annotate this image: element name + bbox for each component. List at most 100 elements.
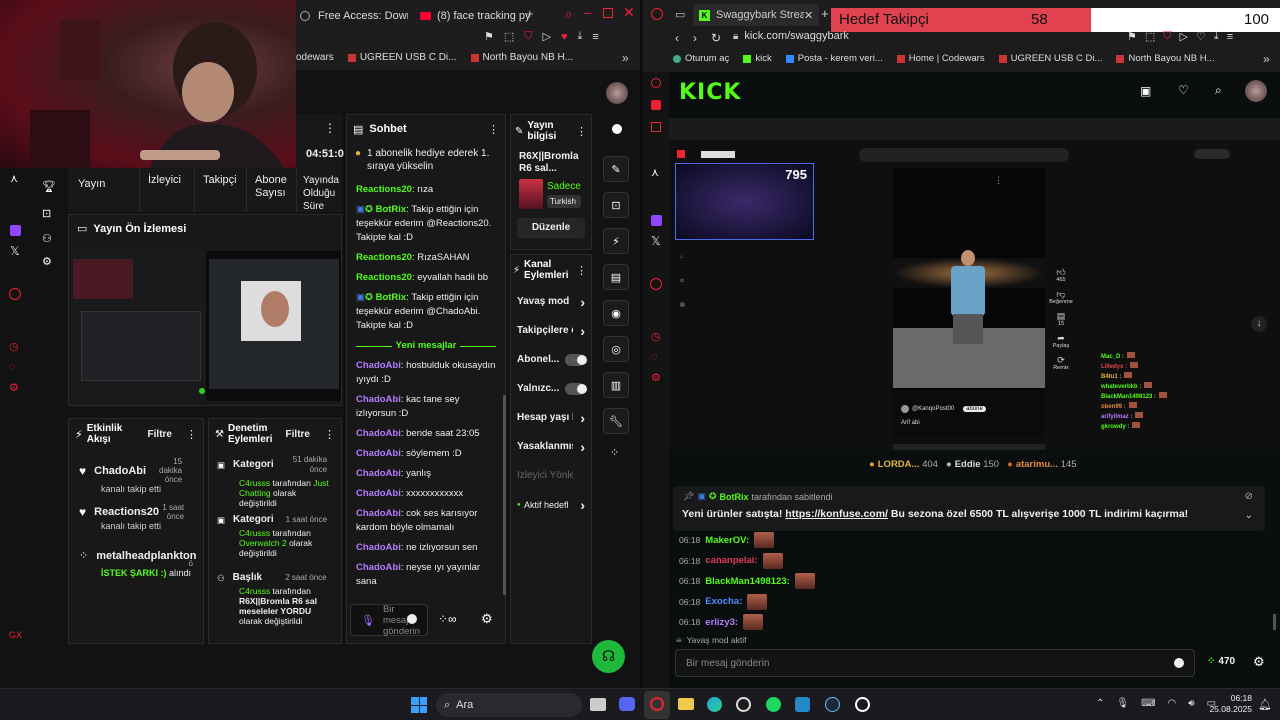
edit-tool-icon[interactable]: ✎	[603, 156, 629, 182]
chat-user[interactable]: Exocha:	[705, 596, 742, 607]
avatar[interactable]	[1245, 80, 1267, 102]
clock[interactable]: 06:18 25.08.2025	[1208, 693, 1252, 715]
shield-icon[interactable]: ⛉	[1163, 30, 1171, 43]
shield-icon[interactable]: ⛉	[524, 30, 532, 43]
clock-icon[interactable]: ◷	[651, 330, 669, 343]
bookmark-item[interactable]: North Bayou NB H...	[470, 52, 573, 63]
more-icon[interactable]: ⋮	[324, 121, 342, 135]
record-icon[interactable]	[650, 278, 662, 290]
more-icon[interactable]: ⋮	[576, 264, 587, 277]
opera-gx-taskbar-button[interactable]	[644, 691, 670, 719]
channel-action-item[interactable]: Abonel...	[517, 345, 588, 374]
heart-icon[interactable]: ♥	[561, 31, 568, 43]
settings-icon[interactable]: ⚙	[651, 371, 669, 384]
search-tabs-icon[interactable]: ⌕	[565, 6, 572, 22]
windows-start-icon[interactable]	[411, 697, 427, 713]
chevron-up-icon[interactable]: ⌃	[1096, 698, 1104, 709]
flash-tool-icon[interactable]: ⚡︎	[603, 228, 629, 254]
kick-points-icon[interactable]: ⁘	[610, 446, 634, 459]
close-icon[interactable]: ✕	[623, 4, 635, 21]
users-icon[interactable]: ⚇	[42, 232, 62, 245]
layout-tool-icon[interactable]: ▥	[603, 372, 629, 398]
stream-video[interactable]: 795 @KanqoPost00 abone Arif abi ⋮ 👍︎ 465 …	[669, 118, 1280, 450]
keyboard-icon[interactable]: ⌨	[1141, 698, 1155, 709]
channel-action-item[interactable]: ● Aktif hedefl ›	[517, 490, 585, 519]
screenshot-icon[interactable]: ⬚	[504, 30, 514, 43]
back-icon[interactable]: ‹	[675, 31, 679, 45]
kick-k-icon[interactable]: ⋏	[10, 172, 30, 185]
more-icon[interactable]: ⋮	[488, 123, 499, 136]
unpin-icon[interactable]: ⊘	[1245, 491, 1253, 502]
menu-icon[interactable]: ≡	[592, 31, 598, 43]
bookmark-icon[interactable]: ⚑	[1127, 30, 1137, 43]
new-tab-icon[interactable]: +	[821, 6, 829, 21]
mic-icon[interactable]: 🎙︎	[1116, 698, 1129, 709]
info-icon[interactable]	[612, 124, 622, 134]
chat-user[interactable]: cananpelai:	[705, 555, 757, 566]
bookmark-item[interactable]: UGREEN USB C Di...	[998, 53, 1102, 64]
avatar[interactable]	[606, 82, 628, 104]
download-icon[interactable]: ⤓	[1214, 30, 1219, 43]
notification-icon[interactable]: 🔔︎	[1258, 698, 1272, 711]
channel-action-item[interactable]: Hesap yaşı k ›	[517, 403, 585, 432]
reload-icon[interactable]: ↻	[711, 31, 721, 45]
forward-icon[interactable]: ›	[693, 31, 697, 45]
bookmark-item[interactable]: Home | Codewars	[896, 53, 985, 64]
steam-icon[interactable]	[825, 697, 840, 712]
more-icon[interactable]: ⋮	[186, 428, 197, 441]
kick-k-icon[interactable]: ⋏	[651, 166, 669, 179]
new-tab-icon[interactable]: +	[526, 6, 534, 21]
task-view-icon[interactable]	[590, 698, 606, 711]
notes-tool-icon[interactable]: ▤	[603, 264, 629, 290]
left-tab-1[interactable]: Free Access: Downlo	[300, 6, 408, 26]
twitch-icon[interactable]	[651, 215, 662, 226]
spotify-icon[interactable]	[766, 697, 781, 712]
channel-action-item[interactable]: İzleyici Yönlendir	[517, 461, 585, 490]
broadcast-tool-icon[interactable]: ◎	[603, 336, 629, 362]
edit-button[interactable]: Düzenle	[517, 218, 585, 238]
wrench-tool-icon[interactable]: 🔧︎	[603, 408, 629, 434]
kick-logo[interactable]: KICK	[679, 80, 741, 105]
chat-user[interactable]: BlackMan1498123:	[705, 576, 790, 587]
emoji-icon[interactable]	[407, 614, 417, 624]
close-tab-icon[interactable]: ✕	[804, 9, 813, 22]
opera-icon[interactable]	[651, 8, 663, 20]
toggle-switch[interactable]	[564, 353, 588, 366]
clip-tool-icon[interactable]: ⊡	[603, 192, 629, 218]
file-explorer-icon[interactable]	[678, 698, 694, 710]
leaderboard-item[interactable]: ● Eddie 150	[946, 459, 999, 470]
left-tab-2[interactable]: (8) face tracking pyth	[420, 6, 531, 26]
filter-button[interactable]: Filtre	[286, 429, 310, 440]
rail-icon[interactable]	[651, 122, 661, 132]
volume-icon[interactable]: 🔊︎	[1188, 698, 1194, 709]
record-icon[interactable]	[9, 288, 21, 300]
chat-bubble-icon[interactable]: ◌	[651, 351, 669, 363]
chat-scrollbar[interactable]	[1273, 614, 1276, 630]
maximize-icon[interactable]	[603, 8, 613, 18]
clock-icon[interactable]: ◷	[9, 340, 30, 353]
x-icon[interactable]: 𝕏	[651, 234, 669, 248]
screen-icon[interactable]: ⊡	[42, 207, 62, 220]
leaderboard-item[interactable]: ● atarimu... 145	[1007, 459, 1077, 470]
emoji-icon[interactable]	[1174, 658, 1184, 668]
discord-icon[interactable]	[619, 697, 635, 711]
chat-settings-icon[interactable]: ⚙	[481, 611, 493, 627]
tab-list-icon[interactable]: ▭	[675, 8, 685, 21]
menu-icon[interactable]: ≡	[1227, 31, 1233, 43]
more-icon[interactable]: ⋮	[324, 428, 335, 441]
mic-icon[interactable]: 🎙︎	[361, 614, 375, 627]
bookmark-icon[interactable]: ⚑	[484, 30, 494, 43]
channel-points[interactable]: ⁘ 470	[1207, 656, 1235, 667]
minimize-icon[interactable]: –	[584, 5, 591, 20]
bookmark-item[interactable]: Oturum aç	[673, 53, 729, 64]
screenshot-icon[interactable]: ⬚	[1145, 30, 1155, 43]
toggle-switch[interactable]	[564, 382, 588, 395]
download-icon[interactable]: ⤓	[578, 30, 583, 43]
filter-button[interactable]: Filtre	[148, 429, 172, 440]
bookmark-item[interactable]: North Bayou NB H...	[1116, 53, 1215, 64]
chat-tool-icon[interactable]: ◉	[603, 300, 629, 326]
more-icon[interactable]: ⋮	[576, 125, 587, 138]
active-tab[interactable]: K Swaggybark Stream ✕	[693, 4, 819, 26]
address-bar[interactable]: 🔒︎ kick.com/swaggybark	[733, 30, 849, 42]
chevron-down-icon[interactable]: ⌄	[1245, 510, 1253, 521]
